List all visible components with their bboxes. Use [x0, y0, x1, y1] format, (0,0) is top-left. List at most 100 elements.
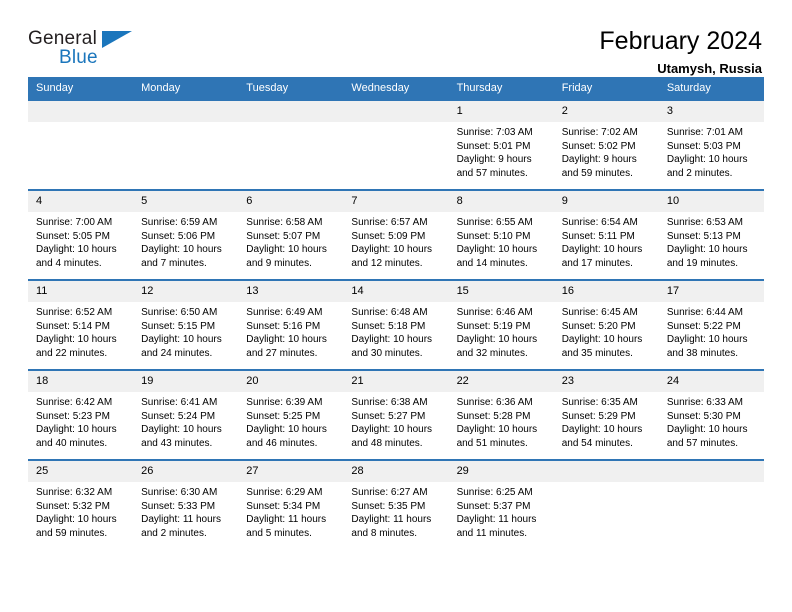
day-detail-line: Daylight: 9 hours: [561, 154, 637, 165]
day-detail-line: Daylight: 10 hours: [36, 424, 117, 435]
day-detail-line: Sunset: 5:03 PM: [666, 140, 741, 152]
calendar-day-cell[interactable]: 1 Sunrise: 7:03 AM Sunset: 5:01 PM Daylight…: [448, 99, 554, 190]
calendar-day-cell-empty: [28, 99, 134, 190]
day-detail-line: Sunset: 5:19 PM: [456, 320, 531, 332]
calendar-day-cell[interactable]: 6 Sunrise: 6:58 AM Sunset: 5:07 PM Daylight…: [238, 189, 344, 280]
calendar-day-cell[interactable]: 3 Sunrise: 7:01 AM Sunset: 5:03 PM Daylight…: [658, 99, 764, 190]
day-number: 29: [448, 461, 554, 482]
calendar-day-cell[interactable]: 15 Sunrise: 6:46 AM Sunset: 5:19 PM Dayligh…: [448, 279, 554, 370]
day-number: 11: [28, 281, 134, 302]
calendar-day-cell[interactable]: 18 Sunrise: 6:42 AM Sunset: 5:23 PM Dayligh…: [28, 369, 134, 460]
day-detail-line: and 8 minutes.: [351, 527, 418, 539]
calendar-day-cell[interactable]: 25 Sunrise: 6:32 AM Sunset: 5:32 PM Dayligh…: [28, 459, 134, 549]
day-detail-line: Sunset: 5:16 PM: [246, 320, 321, 332]
day-number: 13: [238, 281, 344, 302]
day-detail-line: Daylight: 10 hours: [666, 424, 748, 435]
calendar-day-cell[interactable]: 8 Sunrise: 6:55 AM Sunset: 5:10 PM Daylight…: [448, 189, 554, 280]
day-details: [554, 482, 659, 486]
day-detail-line: Sunrise: 7:03 AM: [456, 127, 533, 138]
calendar-week-row: 18 Sunrise: 6:42 AM Sunset: 5:23 PM Dayligh…: [28, 369, 764, 460]
calendar-day-cell[interactable]: 21 Sunrise: 6:38 AM Sunset: 5:27 PM Dayligh…: [343, 369, 449, 460]
calendar-day-cell[interactable]: 26 Sunrise: 6:30 AM Sunset: 5:33 PM Dayligh…: [133, 459, 239, 549]
day-detail-line: Daylight: 10 hours: [351, 334, 433, 345]
day-detail-line: and 22 minutes.: [36, 347, 108, 359]
weekday-header-sunday: Sunday: [28, 77, 134, 100]
day-detail-line: Sunset: 5:10 PM: [456, 230, 531, 242]
day-detail-line: Sunset: 5:33 PM: [141, 500, 216, 512]
calendar-day-cell[interactable]: 27 Sunrise: 6:29 AM Sunset: 5:34 PM Dayligh…: [238, 459, 344, 549]
calendar-day-cell[interactable]: 19 Sunrise: 6:41 AM Sunset: 5:24 PM Dayligh…: [133, 369, 239, 460]
day-details: Sunrise: 6:49 AM Sunset: 5:16 PM Daylight:…: [238, 302, 343, 360]
day-number: 15: [448, 281, 554, 302]
day-details: Sunrise: 6:32 AM Sunset: 5:32 PM Daylight:…: [28, 482, 133, 540]
day-detail-line: Sunrise: 6:25 AM: [456, 487, 533, 498]
day-detail-line: Daylight: 10 hours: [456, 334, 538, 345]
day-details: Sunrise: 6:33 AM Sunset: 5:30 PM Daylight:…: [659, 392, 764, 450]
day-details: Sunrise: 6:57 AM Sunset: 5:09 PM Daylight:…: [343, 212, 448, 270]
calendar-day-cell[interactable]: 5 Sunrise: 6:59 AM Sunset: 5:06 PM Daylight…: [133, 189, 239, 280]
calendar-body: 1 Sunrise: 7:03 AM Sunset: 5:01 PM Daylight…: [28, 99, 764, 549]
calendar-day-cell[interactable]: 24 Sunrise: 6:33 AM Sunset: 5:30 PM Dayligh…: [658, 369, 764, 460]
day-number: 19: [133, 371, 239, 392]
day-details: Sunrise: 6:38 AM Sunset: 5:27 PM Daylight:…: [343, 392, 448, 450]
day-number: [133, 101, 239, 122]
calendar-day-cell[interactable]: 17 Sunrise: 6:44 AM Sunset: 5:22 PM Dayligh…: [658, 279, 764, 370]
day-number: 24: [658, 371, 764, 392]
day-number: 25: [28, 461, 134, 482]
day-detail-line: Daylight: 10 hours: [141, 244, 222, 255]
title-block: February 2024 Utamysh, Russia: [599, 26, 764, 79]
calendar-day-cell[interactable]: 14 Sunrise: 6:48 AM Sunset: 5:18 PM Dayligh…: [343, 279, 449, 370]
day-number: 5: [133, 191, 239, 212]
calendar-day-cell[interactable]: 9 Sunrise: 6:54 AM Sunset: 5:11 PM Daylight…: [553, 189, 659, 280]
day-number: 8: [448, 191, 554, 212]
calendar-day-cell[interactable]: 10 Sunrise: 6:53 AM Sunset: 5:13 PM Dayligh…: [658, 189, 764, 280]
day-detail-line: and 12 minutes.: [351, 257, 423, 269]
calendar-day-cell-empty: [343, 99, 449, 190]
day-detail-line: Sunrise: 6:50 AM: [141, 307, 218, 318]
day-details: Sunrise: 6:58 AM Sunset: 5:07 PM Daylight:…: [238, 212, 343, 270]
calendar-day-cell[interactable]: 23 Sunrise: 6:35 AM Sunset: 5:29 PM Dayligh…: [553, 369, 659, 460]
day-details: Sunrise: 6:50 AM Sunset: 5:15 PM Daylight:…: [133, 302, 238, 360]
day-details: Sunrise: 6:45 AM Sunset: 5:20 PM Daylight:…: [554, 302, 659, 360]
calendar-day-cell[interactable]: 20 Sunrise: 6:39 AM Sunset: 5:25 PM Dayligh…: [238, 369, 344, 460]
weekday-header-tuesday: Tuesday: [238, 77, 344, 100]
calendar-day-cell[interactable]: 12 Sunrise: 6:50 AM Sunset: 5:15 PM Dayligh…: [133, 279, 239, 370]
calendar-day-cell[interactable]: 7 Sunrise: 6:57 AM Sunset: 5:09 PM Daylight…: [343, 189, 449, 280]
day-detail-line: and 38 minutes.: [666, 347, 739, 359]
calendar-week-row: 4 Sunrise: 7:00 AM Sunset: 5:05 PM Daylight…: [28, 189, 764, 280]
logo-text-blue: Blue: [59, 47, 98, 68]
calendar-day-cell[interactable]: 11 Sunrise: 6:52 AM Sunset: 5:14 PM Dayligh…: [28, 279, 134, 370]
calendar-day-cell-empty: [553, 459, 659, 549]
day-details: Sunrise: 7:03 AM Sunset: 5:01 PM Daylight:…: [449, 122, 554, 180]
day-number: 17: [658, 281, 764, 302]
day-detail-line: Daylight: 10 hours: [36, 334, 117, 345]
calendar-day-cell[interactable]: 2 Sunrise: 7:02 AM Sunset: 5:02 PM Daylight…: [553, 99, 659, 190]
day-detail-line: Sunset: 5:11 PM: [561, 230, 635, 242]
calendar-day-cell[interactable]: 28 Sunrise: 6:27 AM Sunset: 5:35 PM Dayligh…: [343, 459, 449, 549]
calendar-day-cell[interactable]: 4 Sunrise: 7:00 AM Sunset: 5:05 PM Daylight…: [28, 189, 134, 280]
general-blue-logo[interactable]: General Blue: [28, 26, 138, 74]
day-details: Sunrise: 6:39 AM Sunset: 5:25 PM Daylight:…: [238, 392, 343, 450]
day-details: Sunrise: 6:55 AM Sunset: 5:10 PM Daylight:…: [449, 212, 554, 270]
day-details: [28, 122, 133, 126]
day-detail-line: and 57 minutes.: [456, 167, 528, 179]
day-details: Sunrise: 6:52 AM Sunset: 5:14 PM Daylight:…: [28, 302, 133, 360]
calendar-day-cell[interactable]: 29 Sunrise: 6:25 AM Sunset: 5:37 PM Dayligh…: [448, 459, 554, 549]
calendar-day-cell[interactable]: 13 Sunrise: 6:49 AM Sunset: 5:16 PM Dayligh…: [238, 279, 344, 370]
day-detail-line: Sunrise: 6:33 AM: [666, 397, 743, 408]
day-detail-line: Sunset: 5:27 PM: [351, 410, 426, 422]
day-detail-line: Sunset: 5:02 PM: [561, 140, 636, 152]
triangle-flag-icon: [102, 31, 132, 48]
day-detail-line: Sunrise: 6:41 AM: [141, 397, 218, 408]
calendar-day-cell[interactable]: 22 Sunrise: 6:36 AM Sunset: 5:28 PM Dayligh…: [448, 369, 554, 460]
day-detail-line: and 51 minutes.: [456, 437, 528, 449]
day-detail-line: Daylight: 9 hours: [456, 154, 532, 165]
day-detail-line: Sunrise: 6:53 AM: [666, 217, 743, 228]
day-detail-line: Sunset: 5:24 PM: [141, 410, 216, 422]
calendar-day-cell[interactable]: 16 Sunrise: 6:45 AM Sunset: 5:20 PM Dayligh…: [553, 279, 659, 370]
day-detail-line: Sunrise: 6:39 AM: [246, 397, 323, 408]
day-detail-line: and 2 minutes.: [141, 527, 207, 539]
day-number: 1: [448, 101, 554, 122]
day-detail-line: Sunrise: 7:01 AM: [666, 127, 743, 138]
day-detail-line: Sunset: 5:25 PM: [246, 410, 321, 422]
